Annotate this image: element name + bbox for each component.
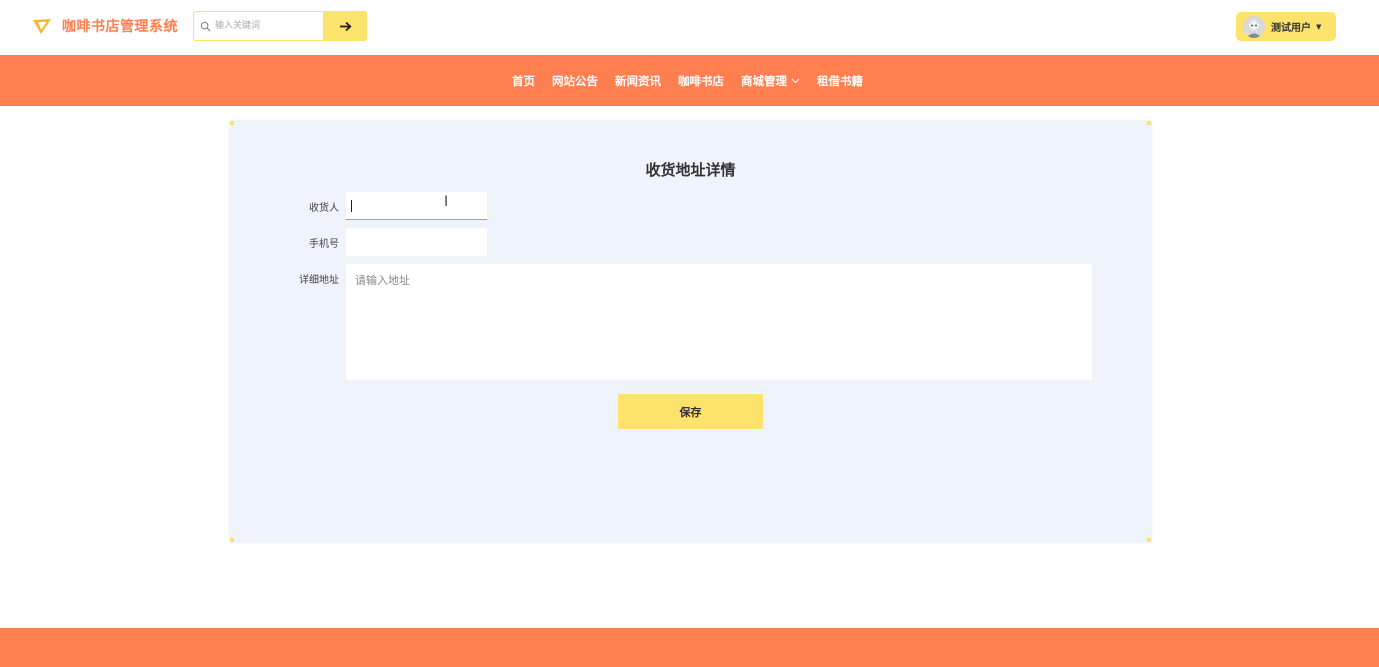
search-box xyxy=(193,11,323,41)
address-textarea[interactable] xyxy=(346,264,1092,380)
receiver-input[interactable] xyxy=(346,192,487,220)
nav-item-mall-label: 商城管理 xyxy=(741,73,787,88)
avatar xyxy=(1243,15,1265,38)
user-menu-button[interactable]: 测试用户 ▼ xyxy=(1236,12,1336,41)
page-title: 收货地址详情 xyxy=(645,161,736,179)
search-input[interactable] xyxy=(215,16,315,36)
panel-corner xyxy=(1147,121,1151,125)
arrow-right-icon xyxy=(339,21,352,31)
panel-corner xyxy=(230,538,234,542)
nav-item-coffee-bookstore[interactable]: 咖啡书店 xyxy=(678,73,724,89)
save-button[interactable]: 保存 xyxy=(618,394,763,429)
ibeam-cursor-icon: I xyxy=(444,194,449,210)
phone-label: 手机号 xyxy=(309,239,339,250)
paper-plane-icon xyxy=(33,19,51,34)
brand-title: 咖啡书店管理系统 xyxy=(62,19,178,35)
top-bar: 咖啡书店管理系统 测试用户 xyxy=(0,0,1379,55)
footer xyxy=(0,628,1379,667)
panel-corner xyxy=(230,121,234,125)
panel-corner xyxy=(1147,538,1151,542)
user-name: 测试用户 xyxy=(1271,23,1311,34)
nav-item-rent-books[interactable]: 租借书籍 xyxy=(817,73,863,89)
nav-item-mall-management[interactable]: 商城管理 xyxy=(741,73,800,89)
chevron-down-icon xyxy=(791,78,800,83)
search-bar xyxy=(193,11,367,41)
text-cursor xyxy=(351,200,352,212)
nav-item-news[interactable]: 新闻资讯 xyxy=(615,73,661,89)
search-icon xyxy=(200,21,211,32)
phone-input[interactable] xyxy=(346,228,487,256)
caret-down-icon: ▼ xyxy=(1316,22,1322,31)
address-label: 详细地址 xyxy=(299,275,339,286)
brand[interactable]: 咖啡书店管理系统 xyxy=(32,14,178,38)
search-submit-button[interactable] xyxy=(323,11,367,41)
main-nav: 首页 网站公告 新闻资讯 咖啡书店 商城管理 租借书籍 xyxy=(0,55,1379,106)
receiver-label: 收货人 xyxy=(309,203,339,214)
nav-item-home[interactable]: 首页 xyxy=(512,73,535,89)
nav-item-announcements[interactable]: 网站公告 xyxy=(552,73,598,89)
